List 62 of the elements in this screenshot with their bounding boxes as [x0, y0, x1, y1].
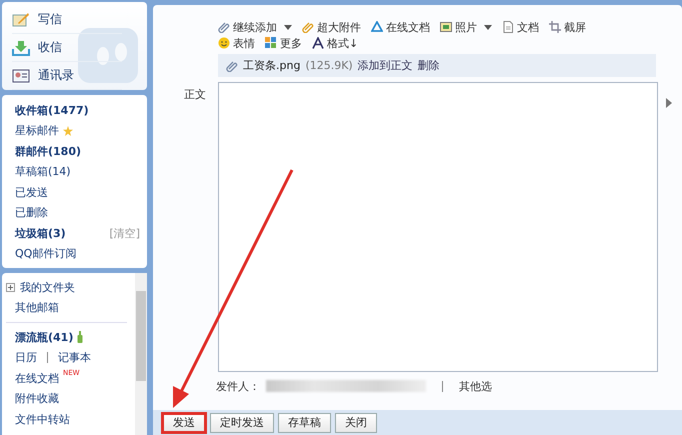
folder-link[interactable]: QQ邮件订阅: [15, 246, 76, 262]
star-icon: [63, 126, 73, 136]
action-button[interactable]: 存草稿: [278, 412, 331, 432]
attachment-name[interactable]: 工资条.png: [243, 58, 300, 73]
toolbar-button[interactable]: 表情: [218, 36, 255, 50]
body-label: 正文: [184, 87, 207, 102]
paperclip-icon: [218, 21, 230, 33]
action-button[interactable]: 关闭: [335, 412, 377, 432]
contact-card-icon: [12, 68, 30, 84]
toolbar-button[interactable]: 格式↓: [312, 36, 358, 50]
attachment-action-link[interactable]: 添加到正文: [358, 58, 413, 73]
nav-label: 收信: [38, 39, 62, 56]
bottle-icon: [77, 331, 84, 344]
paperclip-icon: [302, 21, 314, 33]
folder-link[interactable]: 已发送: [15, 184, 48, 200]
body-editor[interactable]: [218, 82, 658, 372]
folder-link[interactable]: 我的文件夹: [20, 280, 75, 295]
pencil-note-icon: [12, 12, 30, 28]
app-link[interactable]: 附件收藏: [15, 391, 59, 406]
folder-link[interactable]: 其他邮箱: [15, 300, 59, 316]
letter-a-icon: [312, 37, 324, 49]
nav-item[interactable]: 通讯录: [12, 62, 122, 90]
nav-label: 写信: [38, 11, 62, 28]
document-icon: [502, 21, 514, 33]
toolbar-button[interactable]: 超大附件: [302, 20, 361, 34]
app-link[interactable]: 漂流瓶(41): [15, 330, 74, 345]
nav-item[interactable]: 收信: [12, 34, 122, 62]
expand-toggle-icon[interactable]: [6, 282, 15, 292]
app-link[interactable]: 在线文档: [15, 370, 59, 386]
app-link[interactable]: 文件中转站: [15, 412, 70, 427]
toolbar-button[interactable]: 在线文档: [371, 20, 430, 34]
toolbar-button[interactable]: 截屏: [549, 20, 586, 34]
download-tray-icon: [12, 40, 30, 56]
attachment-size: (125.9K): [305, 59, 353, 72]
smiley-icon: [218, 37, 230, 49]
expand-arrow-icon[interactable]: [666, 98, 672, 108]
folder-link[interactable]: 收件箱(1477): [15, 102, 89, 118]
nav-label: 通讯录: [38, 67, 74, 84]
crop-icon: [549, 21, 561, 33]
toolbar-button[interactable]: 文档: [502, 20, 539, 34]
folder-link[interactable]: 垃圾箱(3): [15, 226, 66, 241]
folder-link[interactable]: 草稿箱(14): [15, 164, 71, 180]
action-button[interactable]: 定时发送: [210, 412, 274, 432]
picture-icon: [440, 21, 452, 33]
folder-link[interactable]: 已删除: [15, 205, 48, 220]
nav-item[interactable]: 写信: [12, 6, 122, 34]
other-options-link[interactable]: 其他选: [459, 378, 492, 394]
scrollbar[interactable]: [135, 273, 147, 435]
blurred-sender-field[interactable]: [266, 380, 426, 392]
folder-link[interactable]: 星标邮件: [15, 123, 59, 138]
action-button[interactable]: 发送: [162, 412, 206, 432]
toolbar-button[interactable]: 继续添加: [218, 20, 292, 34]
paperclip-icon: [226, 60, 238, 72]
toolbar-button[interactable]: 照片: [440, 20, 492, 34]
attachment-action-link[interactable]: 删除: [418, 58, 440, 73]
app-link[interactable]: 日历: [15, 350, 37, 366]
folder-link[interactable]: 群邮件(180): [15, 144, 82, 159]
tiles-icon: [265, 37, 277, 49]
toolbar-button[interactable]: 更多: [265, 36, 302, 50]
triangle-logo-icon: [371, 21, 383, 33]
sender-label: 发件人：: [216, 378, 260, 394]
app-link[interactable]: 记事本: [58, 350, 91, 366]
